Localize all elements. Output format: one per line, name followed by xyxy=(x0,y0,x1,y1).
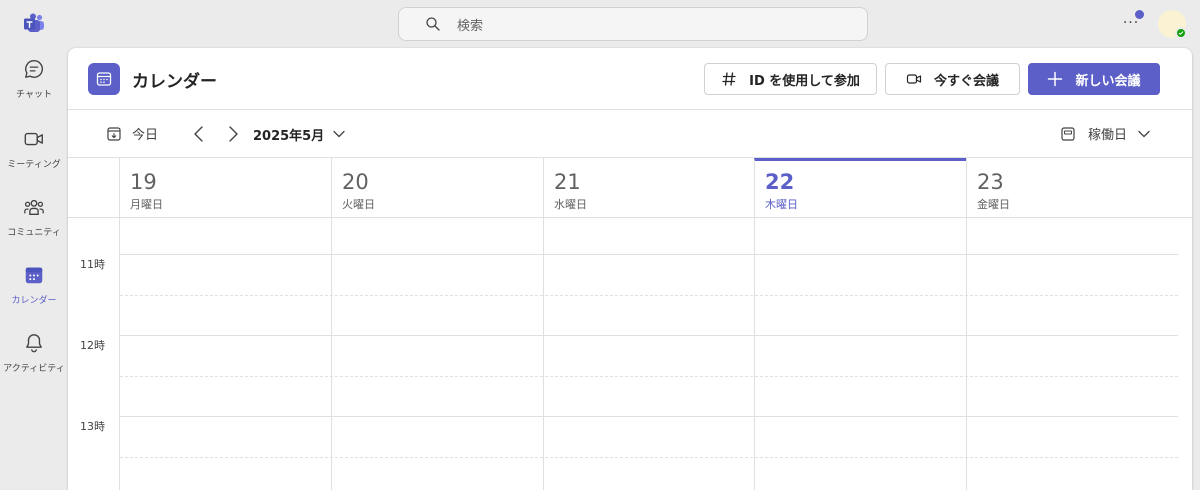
column-divider xyxy=(543,218,544,490)
rail-label: チャット xyxy=(16,90,52,100)
chevron-down-icon xyxy=(1138,130,1150,137)
time-label: 12時 xyxy=(80,339,105,352)
half-hour-line xyxy=(120,457,1178,458)
calendar-icon xyxy=(25,267,43,284)
meet-now-button[interactable]: 今すぐ会議 xyxy=(885,63,1020,95)
rail-label: カレンダー xyxy=(11,296,57,306)
rail-item-activity[interactable]: アクティビティ xyxy=(0,332,68,392)
teams-logo-icon[interactable] xyxy=(22,12,46,36)
notification-dot xyxy=(1135,10,1144,19)
hour-line xyxy=(120,254,1178,255)
rail-item-calendar[interactable]: カレンダー xyxy=(0,264,68,324)
column-divider xyxy=(966,218,967,490)
search-placeholder: 検索 xyxy=(457,18,484,34)
new-meeting-button[interactable]: 新しい会議 xyxy=(1028,63,1160,95)
search-icon xyxy=(426,17,440,31)
calendar-app-icon xyxy=(88,63,120,95)
rail-label: アクティビティ xyxy=(3,364,65,374)
month-selector[interactable]: 2025年5月 xyxy=(253,125,324,144)
time-grid[interactable]: 11時 12時 13時 xyxy=(68,218,1192,490)
chevron-down-icon[interactable] xyxy=(332,127,346,141)
rail-label: コミュニティ xyxy=(7,228,61,238)
rail-item-meetings[interactable]: ミーティング xyxy=(0,128,68,188)
time-label: 11時 xyxy=(80,258,105,271)
hour-line xyxy=(120,416,1178,417)
page-title: カレンダー xyxy=(132,72,217,92)
day-header-thu-today[interactable]: 22 木曜日 xyxy=(754,158,966,218)
calendar-header: カレンダー ID を使用して参加 今すぐ会議 新しい会議 xyxy=(68,48,1192,110)
column-divider xyxy=(119,218,120,490)
view-label: 稼働日 xyxy=(1088,128,1128,143)
day-header-tue[interactable]: 20 火曜日 xyxy=(331,158,543,218)
video-icon xyxy=(24,132,43,146)
day-name: 木曜日 xyxy=(765,198,798,211)
day-number: 19 xyxy=(130,170,157,194)
today-button[interactable]: 今日 xyxy=(106,124,158,143)
join-with-id-button[interactable]: ID を使用して参加 xyxy=(704,63,877,95)
join-with-id-label: ID を使用して参加 xyxy=(749,73,860,89)
rail-item-chat[interactable]: チャット xyxy=(0,58,68,118)
day-name: 水曜日 xyxy=(554,198,587,211)
day-header-fri[interactable]: 23 金曜日 xyxy=(966,158,1178,218)
calendar-panel: カレンダー ID を使用して参加 今すぐ会議 新しい会議 今日 2025年5月 … xyxy=(68,48,1192,490)
time-label: 13時 xyxy=(80,420,105,433)
chat-icon xyxy=(25,60,43,78)
today-label: 今日 xyxy=(132,128,159,143)
calendar-today-icon xyxy=(107,126,121,141)
day-header-mon[interactable]: 19 月曜日 xyxy=(119,158,331,218)
plus-icon xyxy=(1048,71,1063,87)
calendar-view-icon xyxy=(1061,126,1075,141)
search-box[interactable]: 検索 xyxy=(398,7,868,41)
hour-line xyxy=(120,335,1178,336)
half-hour-line xyxy=(120,376,1178,377)
meet-now-label: 今すぐ会議 xyxy=(933,73,999,89)
day-number: 22 xyxy=(765,170,795,194)
rail-label: ミーティング xyxy=(7,160,61,170)
day-number: 23 xyxy=(977,170,1004,194)
hashtag-icon xyxy=(722,72,736,86)
view-selector[interactable]: 稼働日 xyxy=(1060,124,1151,143)
top-bar: 検索 ··· xyxy=(0,0,1200,48)
half-hour-line xyxy=(120,295,1178,296)
day-number: 21 xyxy=(554,170,581,194)
rail-item-community[interactable]: コミュニティ xyxy=(0,196,68,256)
presence-available-icon xyxy=(1175,27,1187,39)
day-name: 火曜日 xyxy=(342,198,375,211)
day-headers: 19 月曜日 20 火曜日 21 水曜日 22 木曜日 23 金曜日 xyxy=(68,158,1192,218)
video-icon xyxy=(906,74,922,84)
day-header-wed[interactable]: 21 水曜日 xyxy=(543,158,754,218)
new-meeting-label: 新しい会議 xyxy=(1075,73,1141,89)
calendar-toolbar: 今日 2025年5月 稼働日 xyxy=(68,110,1192,158)
column-divider xyxy=(754,218,755,490)
day-name: 月曜日 xyxy=(130,198,163,211)
day-number: 20 xyxy=(342,170,369,194)
day-name: 金曜日 xyxy=(977,198,1010,211)
column-divider xyxy=(331,218,332,490)
chevron-right-icon[interactable] xyxy=(224,124,242,144)
people-icon xyxy=(24,199,44,216)
bell-icon xyxy=(26,334,42,353)
chevron-left-icon[interactable] xyxy=(190,124,208,144)
